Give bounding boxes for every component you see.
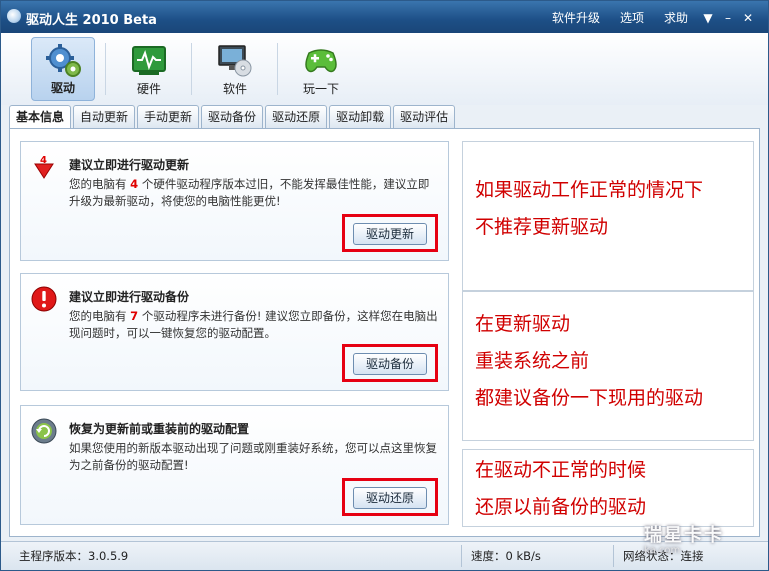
driver-backup-button[interactable]: 驱动备份 <box>353 353 427 375</box>
status-divider <box>461 545 462 567</box>
gamepad-icon <box>305 49 337 73</box>
hardware-icon <box>132 46 166 75</box>
toolbar-divider <box>191 43 192 95</box>
toolbar-software-button[interactable]: 软件 <box>203 37 267 101</box>
restore-card: 恢复为更新前或重装前的驱动配置 如果您使用的新版本驱动出现了问题或刚重装好系统，… <box>20 405 449 525</box>
toolbar-software-label: 软件 <box>222 82 247 96</box>
tab-manual-update[interactable]: 手动更新 <box>137 105 200 128</box>
restore-card-description: 如果您使用的新版本驱动出现了问题或刚重装好系统，您可以点这里恢复为之前备份的驱动… <box>69 441 437 472</box>
driver-update-button[interactable]: 驱动更新 <box>353 223 427 245</box>
gear-icon <box>46 44 81 77</box>
note-line: 不推荐更新驱动 <box>475 216 609 238</box>
toolbar-hardware-label: 硬件 <box>136 82 161 96</box>
minimize-icon[interactable]: – <box>718 11 738 25</box>
app-window: 驱动人生 2010 Beta 软件升级 选项 求助 ▼ – ✕ 驱动 硬件 软件… <box>0 0 769 571</box>
tab-driver-evaluate[interactable]: 驱动评估 <box>393 105 456 128</box>
software-upgrade-link[interactable]: 软件升级 <box>542 9 610 26</box>
backup-card: 建议立即进行驱动备份 您的电脑有 7 个驱动程序未进行备份! 建议您立即备份，这… <box>20 273 449 391</box>
backup-card-title: 建议立即进行驱动备份 <box>69 290 190 304</box>
note-line: 都建议备份一下现用的驱动 <box>475 387 704 409</box>
toolbar-divider <box>277 43 278 95</box>
driver-restore-button[interactable]: 驱动还原 <box>353 487 427 509</box>
warning-icon <box>31 286 57 312</box>
outdated-driver-count: 4 <box>130 177 139 191</box>
toolbar-game-button[interactable]: 玩一下 <box>289 37 353 101</box>
download-speed: 速度：0 kB/s <box>471 549 541 563</box>
tab-auto-update[interactable]: 自动更新 <box>73 105 136 128</box>
restore-card-title: 恢复为更新前或重装前的驱动配置 <box>69 422 250 436</box>
restore-icon <box>31 418 57 444</box>
toolbar-driver-label: 驱动 <box>50 81 75 95</box>
toolbar-driver-button[interactable]: 驱动 <box>31 37 95 101</box>
toolbar-hardware-button[interactable]: 硬件 <box>117 37 181 101</box>
menu-dropdown-icon[interactable]: ▼ <box>698 11 718 25</box>
tab-driver-uninstall[interactable]: 驱动卸载 <box>329 105 392 128</box>
highlight-frame: 驱动还原 <box>342 478 438 516</box>
note-backup: 在更新驱动 重装系统之前 都建议备份一下现用的驱动 <box>462 291 754 441</box>
highlight-frame: 驱动备份 <box>342 344 438 382</box>
note-line: 在更新驱动 <box>475 313 571 335</box>
main-toolbar: 驱动 硬件 软件 玩一下 <box>1 33 768 105</box>
note-line: 如果驱动工作正常的情况下 <box>475 179 704 201</box>
options-link[interactable]: 选项 <box>610 9 654 26</box>
title-links: 软件升级 选项 求助 ▼ – ✕ <box>542 9 758 26</box>
toolbar-divider <box>105 43 106 95</box>
update-card-description: 您的电脑有 4 个硬件驱动程序版本过旧，不能发挥最佳性能，建议立即升级为最新驱动… <box>69 177 430 208</box>
main-content: 4 建议立即进行驱动更新 您的电脑有 4 个硬件驱动程序版本过旧，不能发挥最佳性… <box>9 128 760 537</box>
tab-bar: 基本信息 自动更新 手动更新 驱动备份 驱动还原 驱动卸载 驱动评估 <box>9 105 456 130</box>
close-icon[interactable]: ✕ <box>738 11 758 25</box>
highlight-frame: 驱动更新 <box>342 214 438 252</box>
download-arrow-icon: 4 <box>34 155 54 179</box>
tab-driver-backup[interactable]: 驱动备份 <box>201 105 264 128</box>
title-bar: 驱动人生 2010 Beta 软件升级 选项 求助 ▼ – ✕ <box>1 1 768 33</box>
monitor-disc-icon <box>218 45 252 77</box>
toolbar-game-label: 玩一下 <box>302 82 339 96</box>
note-restore: 在驱动不正常的时候 还原以前备份的驱动 <box>462 449 754 527</box>
help-link[interactable]: 求助 <box>654 9 698 26</box>
note-line: 重装系统之前 <box>475 350 590 372</box>
window-title: 驱动人生 2010 Beta <box>26 13 157 28</box>
note-line: 在驱动不正常的时候 <box>475 459 647 481</box>
update-card: 4 建议立即进行驱动更新 您的电脑有 4 个硬件驱动程序版本过旧，不能发挥最佳性… <box>20 141 449 261</box>
note-update: 如果驱动工作正常的情况下 不推荐更新驱动 <box>462 141 754 291</box>
tab-basic-info[interactable]: 基本信息 <box>9 105 72 130</box>
program-version: 主程序版本：3.0.5.9 <box>19 549 129 563</box>
tab-driver-restore[interactable]: 驱动还原 <box>265 105 328 128</box>
watermark-logo: 瑞星卡卡 ka.com <box>644 525 724 556</box>
unbacked-driver-count: 7 <box>130 309 139 323</box>
update-card-title: 建议立即进行驱动更新 <box>69 158 190 172</box>
status-divider <box>613 545 614 567</box>
backup-card-description: 您的电脑有 7 个驱动程序未进行备份! 建议您立即备份，这样您在电脑出现问题时，… <box>69 309 438 340</box>
app-logo-icon <box>7 9 21 23</box>
